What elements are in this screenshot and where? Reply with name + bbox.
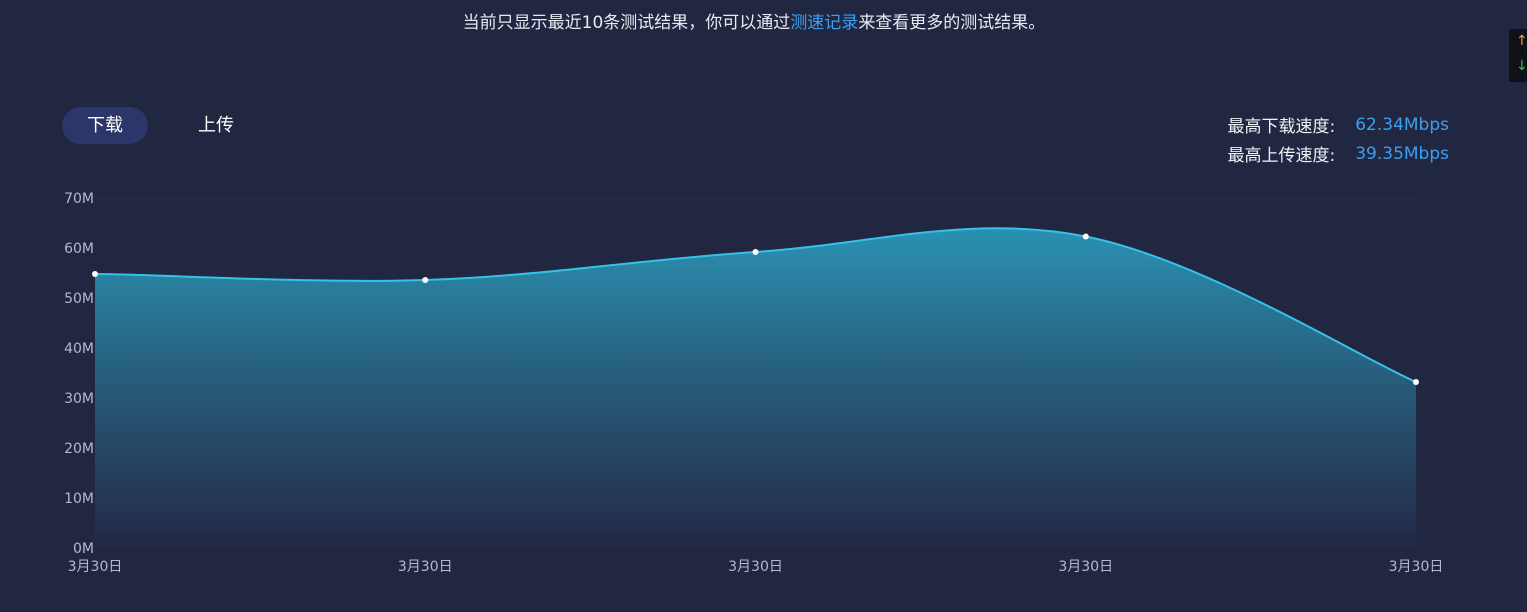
data-point[interactable] [1413,379,1419,385]
x-tick-label: 3月30日 [1389,559,1444,575]
y-tick-label: 30M [64,391,94,407]
y-tick-label: 0M [73,541,94,557]
download-area [95,228,1416,549]
data-point[interactable] [1082,233,1089,240]
x-tick-label: 3月30日 [728,559,783,575]
y-tick-label: 20M [64,441,94,457]
y-tick-label: 40M [64,341,94,357]
y-tick-label: 70M [64,191,94,207]
data-point[interactable] [752,249,759,255]
x-tick-label: 3月30日 [398,559,453,575]
y-tick-label: 10M [64,491,94,507]
x-tick-label: 3月30日 [1058,559,1113,575]
y-tick-label: 50M [64,291,94,307]
y-tick-label: 60M [64,241,94,257]
speed-chart: 0M 10M 20M 30M 40M 50M 60M 70M 3月30日 3月30日 3月30日 3… [64,191,1444,575]
data-point[interactable] [422,277,429,283]
data-point[interactable] [92,271,98,277]
x-tick-label: 3月30日 [68,559,123,575]
